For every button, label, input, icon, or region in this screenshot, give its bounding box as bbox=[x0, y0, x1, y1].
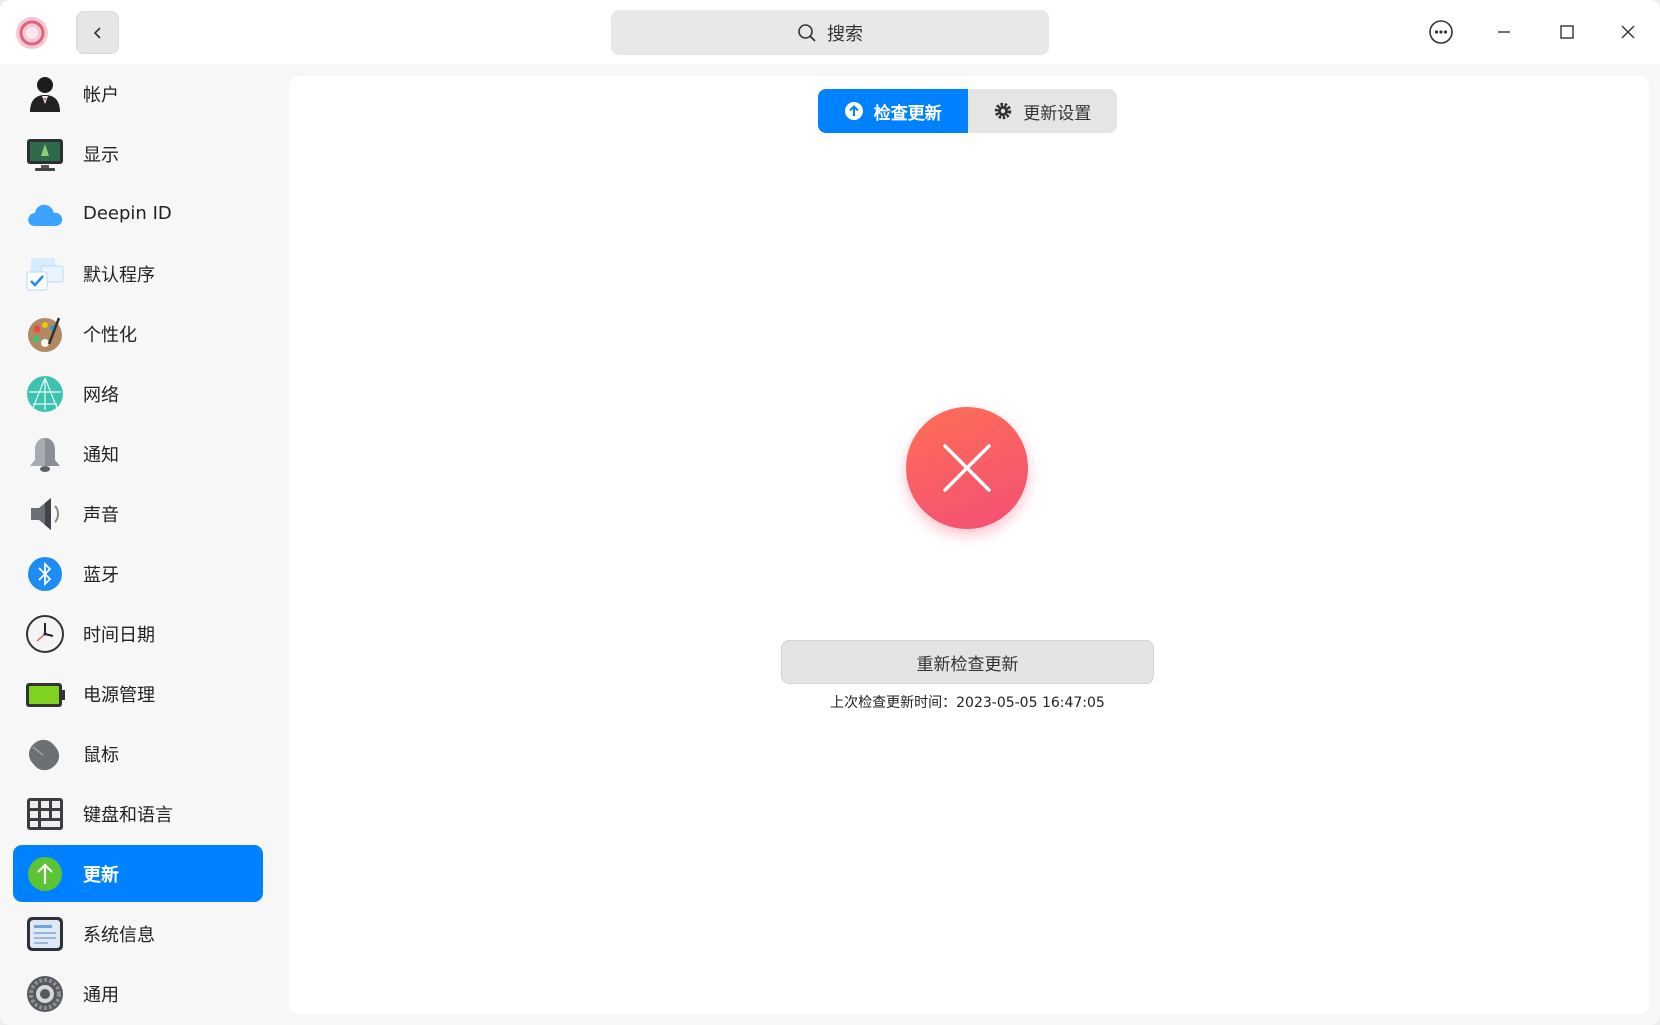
minimize-button[interactable] bbox=[1486, 14, 1522, 50]
sidebar-item-label: 通知 bbox=[83, 444, 119, 466]
sidebar-item-mouse[interactable]: 鼠标 bbox=[13, 725, 263, 782]
gear-icon bbox=[27, 976, 63, 1012]
sidebar-item-label: 系统信息 bbox=[83, 924, 155, 946]
last-check-time: 上次检查更新时间：2023-05-05 16:47:05 bbox=[830, 695, 1105, 711]
system-info-icon bbox=[27, 917, 63, 951]
sidebar-item-keyboard[interactable]: 键盘和语言 bbox=[13, 785, 263, 842]
clock-icon bbox=[26, 615, 64, 653]
display-icon bbox=[27, 139, 63, 171]
sidebar-item-notification[interactable]: 通知 bbox=[13, 425, 263, 482]
sidebar-item-default-apps[interactable]: 默认程序 bbox=[13, 245, 263, 302]
sidebar-item-label: 个性化 bbox=[83, 324, 137, 346]
sidebar-item-network[interactable]: 网络 bbox=[13, 365, 263, 422]
back-button[interactable] bbox=[76, 11, 119, 54]
sidebar: 帐户 显示 Deepin ID 默认程序 个性化 网络 通知 声音 蓝牙 时间日… bbox=[0, 64, 276, 1025]
sidebar-item-label: Deepin ID bbox=[83, 203, 172, 224]
maximize-button[interactable] bbox=[1549, 14, 1585, 50]
sidebar-item-label: 电源管理 bbox=[83, 684, 155, 706]
search-input[interactable]: 搜索 bbox=[611, 10, 1049, 55]
update-icon bbox=[28, 857, 62, 891]
maximize-icon bbox=[1560, 25, 1574, 39]
search-icon bbox=[798, 23, 816, 42]
sidebar-item-bluetooth[interactable]: 蓝牙 bbox=[13, 545, 263, 602]
sidebar-item-label: 时间日期 bbox=[83, 624, 155, 646]
account-icon bbox=[30, 77, 60, 112]
update-error-icon bbox=[906, 407, 1028, 529]
network-icon bbox=[27, 376, 63, 412]
sidebar-item-general[interactable]: 通用 bbox=[13, 965, 263, 1022]
sidebar-item-label: 键盘和语言 bbox=[83, 804, 173, 826]
default-apps-icon bbox=[26, 258, 64, 291]
sidebar-item-label: 声音 bbox=[83, 504, 119, 526]
sidebar-item-label: 更新 bbox=[83, 864, 119, 886]
sidebar-item-sound[interactable]: 声音 bbox=[13, 485, 263, 542]
mouse-icon bbox=[28, 739, 60, 771]
sidebar-item-label: 通用 bbox=[83, 984, 119, 1006]
speaker-icon bbox=[31, 498, 59, 530]
tab-check-update[interactable]: 检查更新 bbox=[818, 89, 968, 133]
upload-circle-icon bbox=[844, 102, 863, 120]
sidebar-item-display[interactable]: 显示 bbox=[13, 125, 263, 182]
sidebar-item-deepin-id[interactable]: Deepin ID bbox=[13, 185, 263, 242]
cloud-icon bbox=[28, 204, 63, 226]
sidebar-item-label: 网络 bbox=[83, 384, 119, 406]
sidebar-item-account[interactable]: 帐户 bbox=[13, 65, 263, 122]
search-placeholder: 搜索 bbox=[827, 23, 863, 45]
minimize-icon bbox=[1498, 31, 1510, 33]
gear-icon bbox=[995, 102, 1012, 120]
keyboard-icon bbox=[27, 798, 63, 830]
chevron-left-icon bbox=[93, 26, 101, 39]
bluetooth-icon bbox=[28, 557, 62, 591]
control-center-window: 搜索 帐户 显示 Deepin ID 默认程序 个性化 网络 通知 声音 蓝牙 … bbox=[0, 0, 1660, 1025]
close-icon bbox=[943, 444, 991, 492]
sidebar-item-system-info[interactable]: 系统信息 bbox=[13, 905, 263, 962]
more-options-button[interactable] bbox=[1423, 14, 1459, 50]
sidebar-item-update[interactable]: 更新 bbox=[13, 845, 263, 902]
tab-label: 更新设置 bbox=[1023, 103, 1092, 124]
recheck-update-button[interactable]: 重新检查更新 bbox=[781, 640, 1154, 684]
update-panel: 检查更新 更新设置 重新检查更新 上次检查更新时间：2023-05-05 16:… bbox=[289, 76, 1649, 1014]
sidebar-item-label: 帐户 bbox=[83, 84, 119, 106]
titlebar: 搜索 bbox=[0, 0, 1660, 64]
battery-icon bbox=[26, 683, 65, 707]
close-button[interactable] bbox=[1610, 14, 1646, 50]
tab-label: 检查更新 bbox=[873, 103, 942, 124]
tab-update-settings[interactable]: 更新设置 bbox=[968, 89, 1118, 133]
sidebar-item-label: 默认程序 bbox=[83, 264, 155, 286]
more-icon bbox=[1429, 20, 1453, 44]
app-logo-icon bbox=[16, 17, 48, 49]
sidebar-item-label: 显示 bbox=[83, 144, 119, 166]
update-tabs: 检查更新 更新设置 bbox=[818, 89, 1117, 133]
sidebar-item-datetime[interactable]: 时间日期 bbox=[13, 605, 263, 662]
sidebar-item-label: 蓝牙 bbox=[83, 564, 119, 586]
close-icon bbox=[1621, 25, 1635, 39]
sidebar-item-personalization[interactable]: 个性化 bbox=[13, 305, 263, 362]
palette-icon bbox=[28, 317, 62, 352]
bell-icon bbox=[30, 438, 60, 472]
sidebar-item-power[interactable]: 电源管理 bbox=[13, 665, 263, 722]
sidebar-item-label: 鼠标 bbox=[83, 744, 119, 766]
